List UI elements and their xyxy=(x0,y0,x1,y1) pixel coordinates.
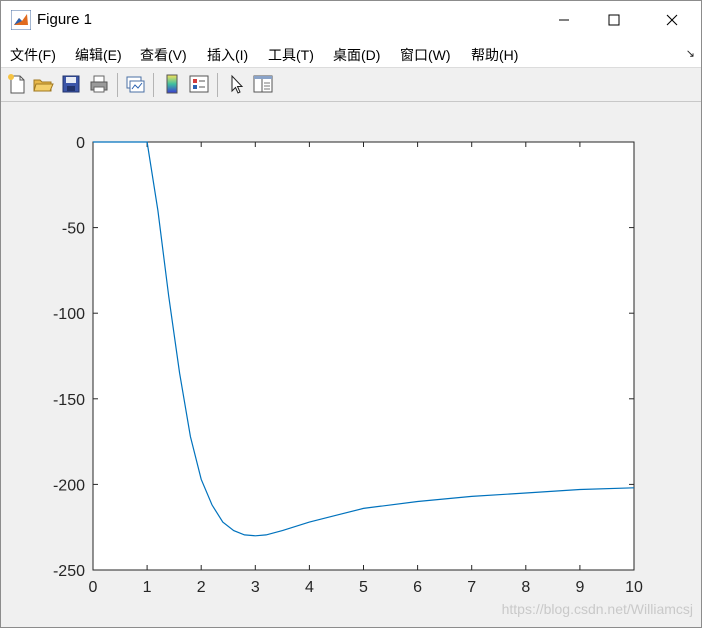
x-tick-label: 4 xyxy=(305,579,314,596)
open-file-icon[interactable] xyxy=(32,73,54,95)
menu-edit[interactable]: 编辑(E) xyxy=(75,45,122,65)
new-figure-icon[interactable] xyxy=(6,73,28,95)
watermark: https://blog.csdn.net/Williamcsj xyxy=(501,601,693,617)
minimize-icon xyxy=(559,19,569,21)
window-title: Figure 1 xyxy=(37,11,93,28)
x-tick-label: 3 xyxy=(251,579,260,596)
link-plot-icon[interactable] xyxy=(124,73,146,95)
x-tick-label: 9 xyxy=(575,579,584,596)
x-tick-label: 6 xyxy=(413,579,422,596)
x-tick-label: 2 xyxy=(197,579,206,596)
y-tick-label: -100 xyxy=(53,306,85,323)
toolbar-separator xyxy=(217,73,218,97)
x-tick-label: 7 xyxy=(467,579,476,596)
menu-desktop[interactable]: 桌面(D) xyxy=(333,45,380,65)
toolbar xyxy=(1,68,701,102)
print-icon[interactable] xyxy=(88,73,110,95)
figure-window: Figure 1 文件(F) 编辑(E) 查看(V) 插入(I) 工具(T) 桌… xyxy=(0,0,702,628)
pointer-icon[interactable] xyxy=(226,73,248,95)
y-tick-label: -50 xyxy=(62,221,85,238)
save-icon[interactable] xyxy=(60,73,82,95)
maximize-button[interactable] xyxy=(591,1,637,39)
dock-arrow-icon[interactable]: ↘ xyxy=(686,47,695,60)
plot-area: 0 1 2 3 4 5 6 7 8 9 10 0 -50 -100 -150 -200 -250 xyxy=(1,102,701,627)
y-tick-label: -200 xyxy=(53,477,85,494)
y-tick-label: 0 xyxy=(76,135,85,152)
menu-view[interactable]: 查看(V) xyxy=(140,45,187,65)
x-tick-label: 0 xyxy=(89,579,98,596)
axes-box xyxy=(92,141,635,571)
x-tick-label: 1 xyxy=(143,579,152,596)
menu-file[interactable]: 文件(F) xyxy=(10,45,56,65)
line-chart[interactable]: 0 1 2 3 4 5 6 7 8 9 10 0 -50 -100 -150 -200 -250 xyxy=(1,102,701,627)
close-icon xyxy=(666,14,678,26)
close-button[interactable] xyxy=(649,1,695,39)
matlab-icon xyxy=(11,10,31,30)
y-tick-label: -150 xyxy=(53,392,85,409)
x-tick-label: 5 xyxy=(359,579,368,596)
legend-icon[interactable] xyxy=(188,73,210,95)
menu-tools[interactable]: 工具(T) xyxy=(268,45,314,65)
menu-help[interactable]: 帮助(H) xyxy=(471,45,518,65)
toolbar-separator xyxy=(117,73,118,97)
x-tick-label: 8 xyxy=(521,579,530,596)
toolbar-separator xyxy=(153,73,154,97)
property-editor-icon[interactable] xyxy=(252,73,274,95)
colorbar-icon[interactable] xyxy=(161,73,183,95)
maximize-icon xyxy=(608,14,620,26)
menu-bar: 文件(F) 编辑(E) 查看(V) 插入(I) 工具(T) 桌面(D) 窗口(W… xyxy=(1,39,701,68)
menu-window[interactable]: 窗口(W) xyxy=(400,45,451,65)
y-tick-label: -250 xyxy=(53,563,85,580)
minimize-button[interactable] xyxy=(541,1,587,39)
menu-insert[interactable]: 插入(I) xyxy=(207,45,248,65)
x-tick-label: 10 xyxy=(625,579,643,596)
title-bar: Figure 1 xyxy=(1,1,701,39)
